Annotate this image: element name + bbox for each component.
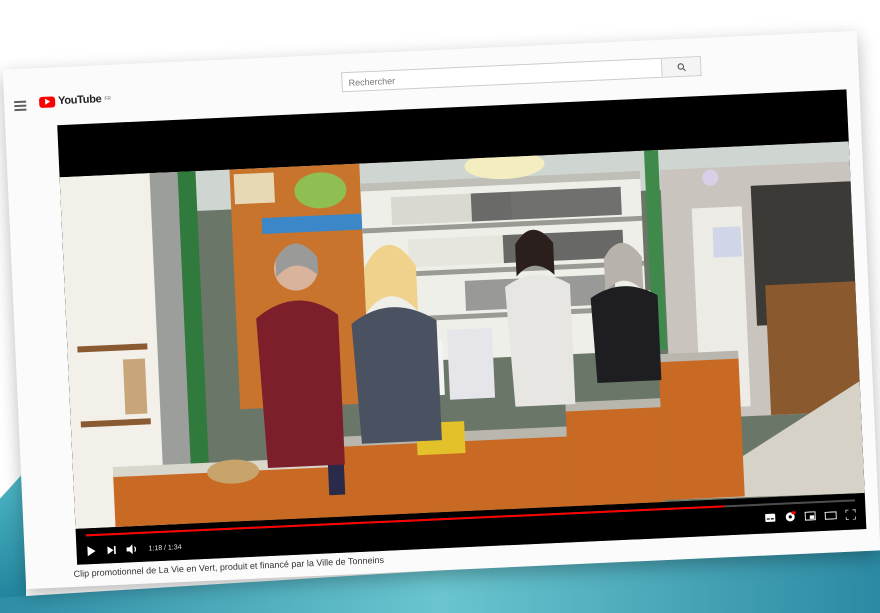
controls-right bbox=[765, 508, 856, 523]
menu-icon[interactable] bbox=[14, 100, 27, 112]
youtube-page: YouTube FR Rechercher 1:18 / 1:34 Clip p… bbox=[2, 30, 880, 590]
video-player[interactable]: 1:18 / 1:34 bbox=[57, 89, 867, 565]
logo-region: FR bbox=[104, 95, 112, 103]
search-input[interactable] bbox=[342, 59, 665, 93]
video-frame-store-scene bbox=[59, 141, 865, 529]
controls-left: 1:18 / 1:34 bbox=[86, 542, 182, 557]
youtube-play-logo-icon bbox=[38, 95, 56, 108]
youtube-logo[interactable]: YouTube FR bbox=[38, 93, 112, 108]
theater-icon[interactable] bbox=[824, 510, 837, 520]
miniplayer-icon[interactable] bbox=[804, 511, 816, 521]
play-icon[interactable] bbox=[86, 546, 96, 557]
volume-icon[interactable] bbox=[126, 544, 138, 555]
fullscreen-icon[interactable] bbox=[845, 508, 856, 520]
time-display: 1:18 / 1:34 bbox=[148, 543, 182, 553]
next-icon[interactable] bbox=[106, 545, 116, 555]
settings-icon[interactable] bbox=[785, 511, 796, 522]
search-button[interactable] bbox=[660, 57, 701, 77]
subtitles-icon[interactable] bbox=[765, 513, 776, 522]
search-icon bbox=[677, 62, 686, 71]
search-box bbox=[341, 55, 702, 93]
logo-text: YouTube bbox=[57, 93, 102, 108]
